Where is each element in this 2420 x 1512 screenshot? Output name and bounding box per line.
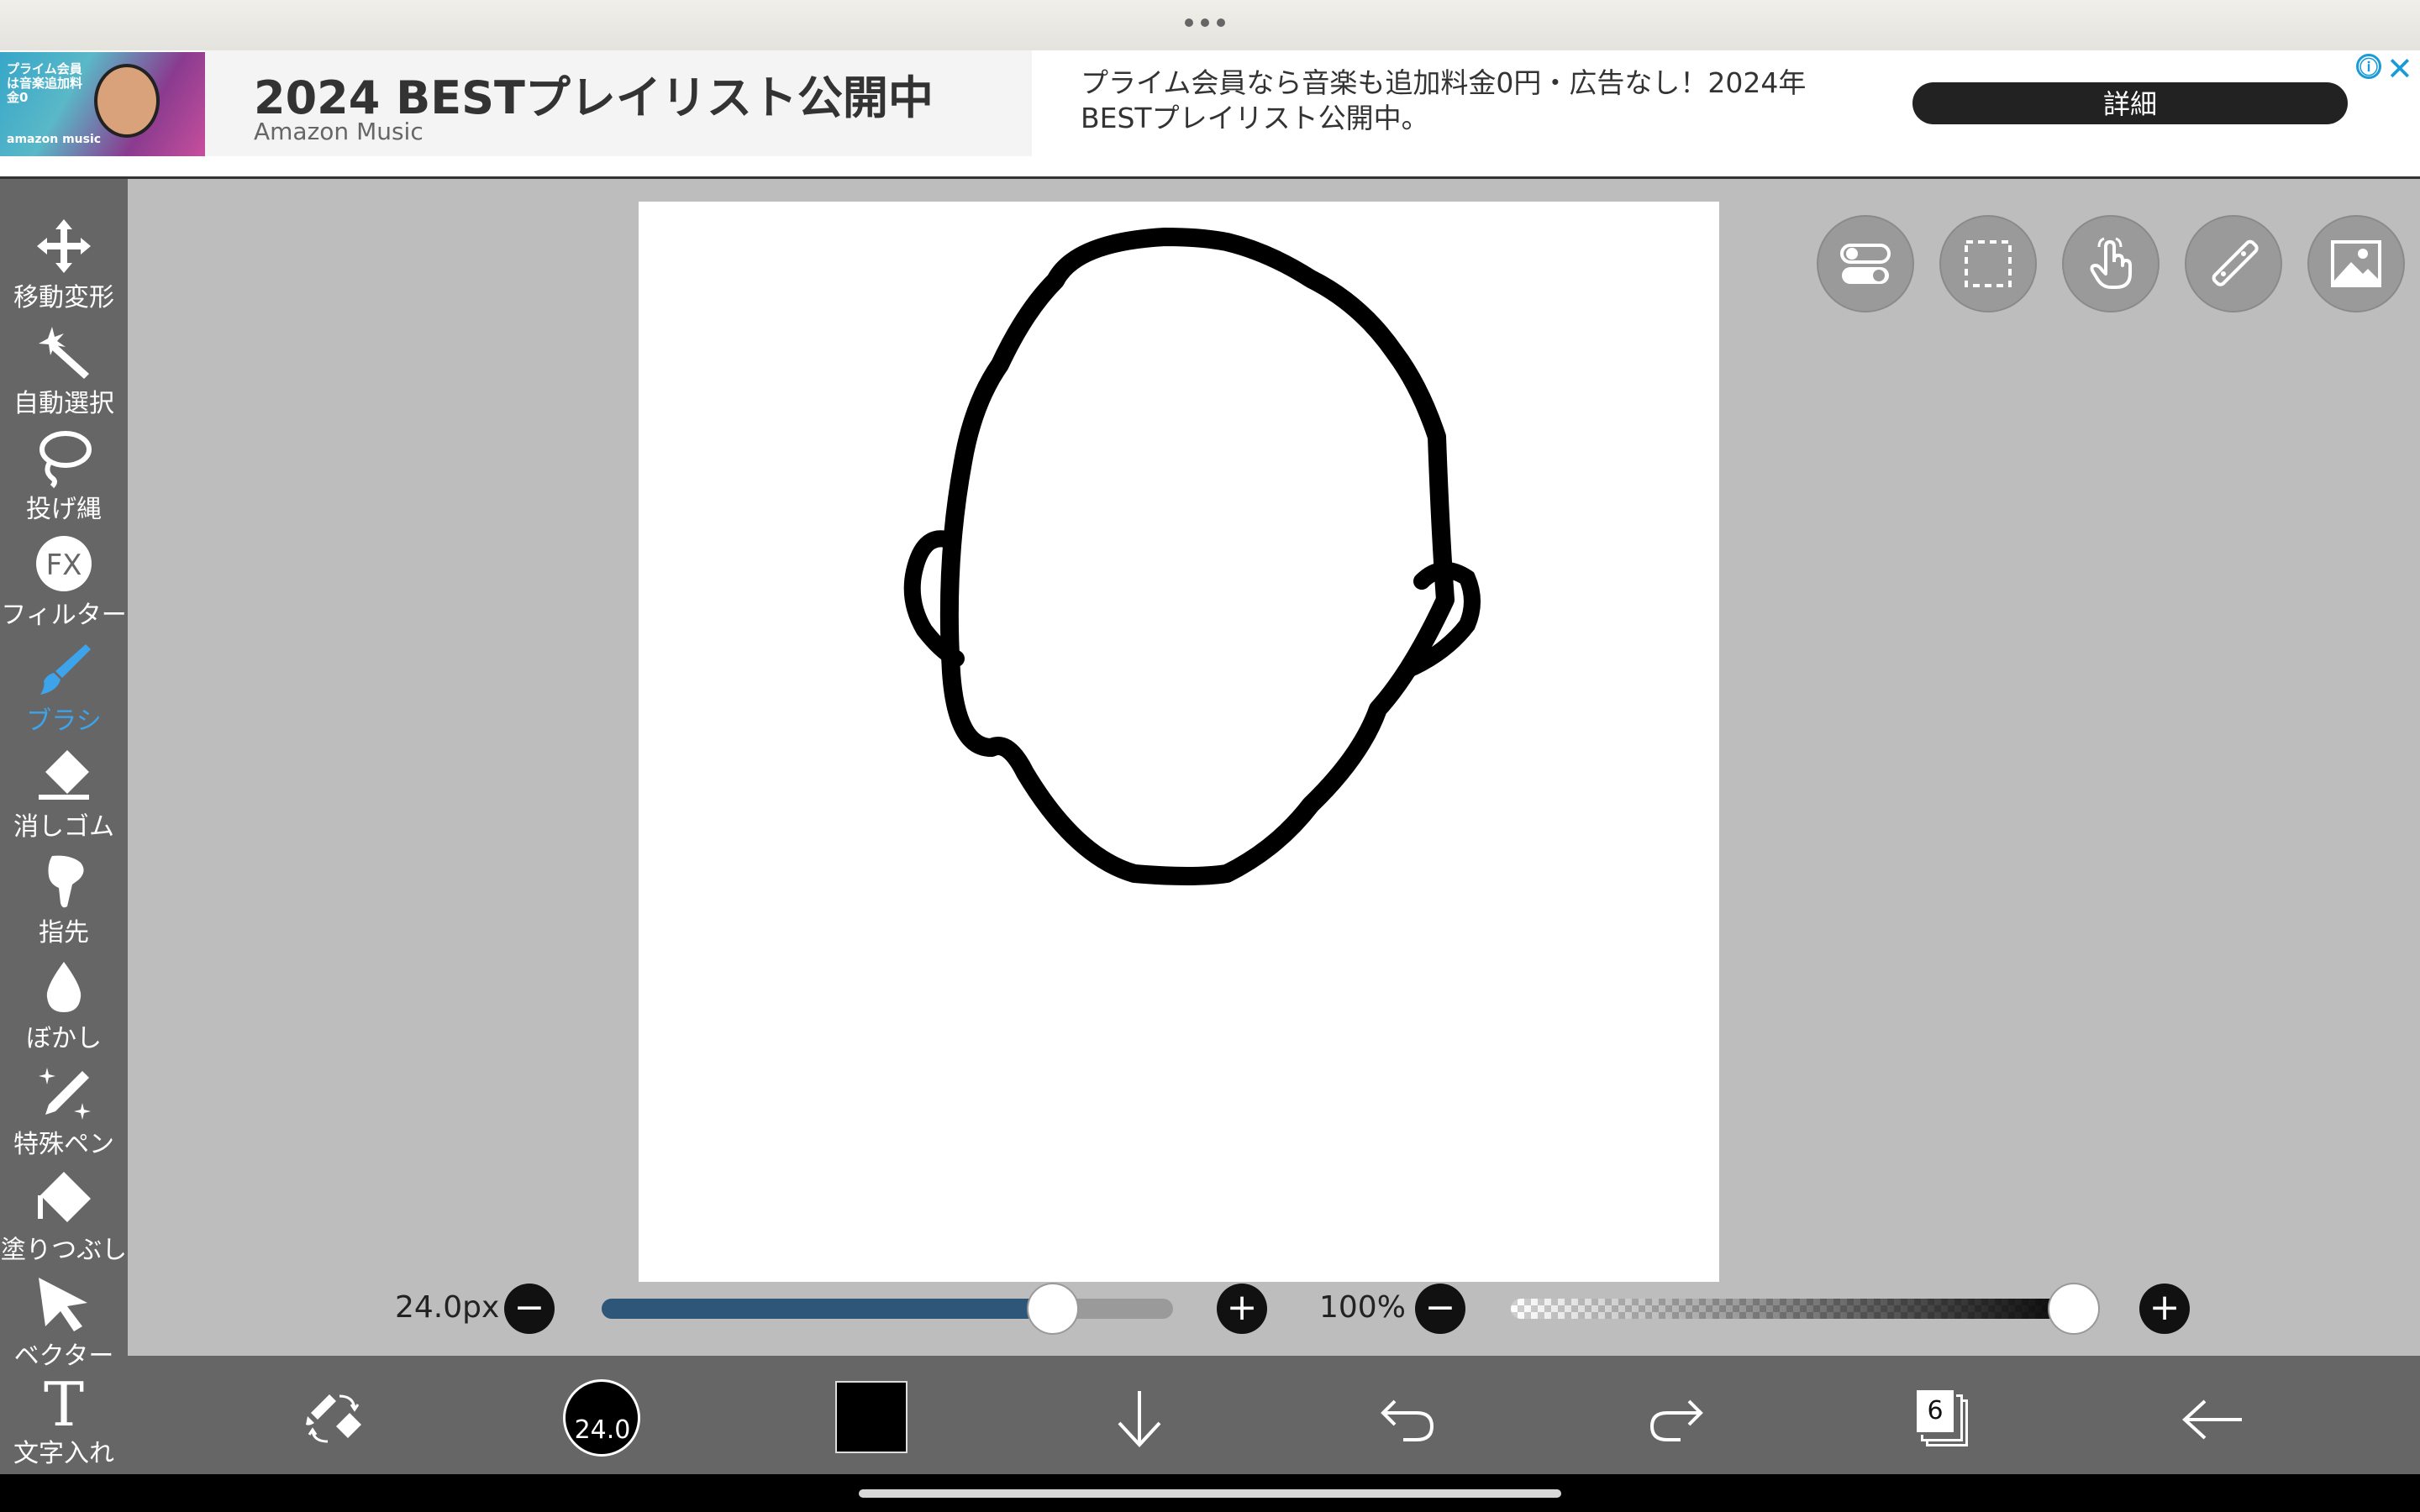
fill-bucket-icon xyxy=(38,1172,91,1222)
ad-info-icon[interactable]: ⓘ xyxy=(2356,54,2381,79)
lasso-icon xyxy=(39,431,92,488)
finger-icon xyxy=(48,855,84,908)
tool-text[interactable]: T 文字入れ xyxy=(0,1368,128,1474)
move-icon xyxy=(37,219,91,273)
brush-size-minus-button[interactable]: − xyxy=(504,1284,555,1334)
tool-label: 自動選択 xyxy=(13,389,114,418)
brush-size-slider-handle[interactable] xyxy=(1027,1283,1080,1335)
tool-vector[interactable]: ベクター xyxy=(0,1271,128,1377)
opacity-slider[interactable] xyxy=(1511,1299,2091,1319)
selection-button[interactable] xyxy=(1939,215,2037,312)
ad-thumb-text: プライム会員は音楽追加料金0 xyxy=(7,61,83,105)
undo-icon[interactable] xyxy=(1378,1394,1437,1445)
top-status-strip xyxy=(0,0,2420,50)
svg-text:FX: FX xyxy=(46,549,82,582)
tool-eraser[interactable]: 消しゴム xyxy=(0,742,128,848)
opacity-plus-button[interactable]: + xyxy=(2139,1284,2190,1334)
text-icon: T xyxy=(44,1372,84,1432)
fx-icon: FX xyxy=(36,536,92,591)
opacity-label: 100% xyxy=(1319,1290,1406,1325)
tool-label: ブラシ xyxy=(26,706,102,736)
brush-size-label: 24.0px xyxy=(395,1290,500,1325)
svg-text:T: T xyxy=(44,1372,84,1432)
tool-finger[interactable]: 指先 xyxy=(0,848,128,953)
image-icon xyxy=(2331,240,2381,287)
ad-thumb-person-image xyxy=(94,64,160,138)
toggle-settings-button[interactable] xyxy=(1817,215,1914,312)
tool-lasso[interactable]: 投げ縄 xyxy=(0,424,128,530)
ad-advertiser: Amazon Music xyxy=(254,118,424,145)
multitask-dots-icon[interactable] xyxy=(1185,18,1225,27)
ad-banner[interactable]: プライム会員は音楽追加料金0 amazon music 2024 BESTプレイ… xyxy=(0,50,2420,179)
tool-sidebar: 移動変形 自動選択 投げ縄 FX フィルター ブラシ 消しゴム 指先 ぼかし 特… xyxy=(0,179,128,1474)
opacity-minus-button[interactable]: − xyxy=(1415,1284,1465,1334)
brush-size-value: 24.0 xyxy=(574,1415,631,1445)
tool-label: 投げ縄 xyxy=(26,495,102,524)
brush-size-slider-fill xyxy=(602,1299,1054,1319)
touch-gesture-button[interactable] xyxy=(2062,215,2160,312)
eraser-icon xyxy=(39,750,89,800)
back-arrow-icon[interactable] xyxy=(2181,1398,2245,1441)
reference-image-button[interactable] xyxy=(2307,215,2405,312)
hand-touch-icon xyxy=(2090,237,2132,289)
ad-headline-area[interactable]: 2024 BESTプレイリスト公開中 Amazon Music xyxy=(205,50,1032,156)
blur-drop-icon xyxy=(46,962,82,1012)
brush-size-slider[interactable] xyxy=(602,1299,1173,1319)
home-indicator[interactable] xyxy=(859,1489,1561,1498)
tool-label: ぼかし xyxy=(26,1024,102,1053)
tool-autoselect[interactable]: 自動選択 xyxy=(0,318,128,424)
swap-brush-eraser-icon[interactable] xyxy=(302,1388,366,1448)
ad-close-icon[interactable]: ✕ xyxy=(2386,50,2413,87)
ad-thumb-logo: amazon music xyxy=(7,133,102,146)
color-picker-swatch[interactable] xyxy=(835,1381,908,1453)
tool-label: 消しゴム xyxy=(13,812,114,842)
toggle-switch-icon xyxy=(1840,244,1891,284)
bottom-toolbar xyxy=(128,1356,2420,1474)
tool-brush[interactable]: ブラシ xyxy=(0,636,128,742)
brush-settings-button[interactable]: 24.0 xyxy=(563,1379,640,1457)
special-pen-icon xyxy=(39,1068,91,1120)
brush-size-plus-button[interactable]: + xyxy=(1217,1284,1267,1334)
download-arrow-icon[interactable] xyxy=(1114,1388,1165,1452)
ruler-icon xyxy=(2212,239,2259,286)
tool-label: 特殊ペン xyxy=(13,1130,114,1159)
tool-label: 移動変形 xyxy=(13,283,114,312)
ad-thumbnail[interactable]: プライム会員は音楽追加料金0 amazon music xyxy=(0,52,205,156)
tool-label: 文字入れ xyxy=(13,1439,114,1468)
layers-button[interactable]: 6 xyxy=(1914,1388,1978,1455)
ad-details-button[interactable]: 詳細 xyxy=(1912,82,2348,124)
redo-icon[interactable] xyxy=(1647,1394,1706,1445)
ad-description: プライム会員なら音楽も追加料金0円・広告なし！2024年BESTプレイリスト公開… xyxy=(1081,66,1807,134)
tool-label: フィルター xyxy=(1,601,127,630)
brush-icon xyxy=(40,644,91,695)
dashed-selection-icon xyxy=(1965,240,2012,287)
tool-move[interactable]: 移動変形 xyxy=(0,213,128,318)
ruler-button[interactable] xyxy=(2185,215,2282,312)
layer-count: 6 xyxy=(1914,1388,1956,1435)
tool-label: 指先 xyxy=(39,918,89,948)
tool-special-pen[interactable]: 特殊ペン xyxy=(0,1059,128,1165)
drawing-canvas[interactable] xyxy=(639,202,1719,1282)
tool-filter[interactable]: FX フィルター xyxy=(0,530,128,636)
tool-label: 塗りつぶし xyxy=(0,1236,128,1265)
head-outline-drawing xyxy=(903,228,1481,885)
tool-label: ベクター xyxy=(13,1341,114,1371)
vector-arrow-icon xyxy=(39,1278,87,1331)
tool-blur[interactable]: ぼかし xyxy=(0,953,128,1059)
tool-fill[interactable]: 塗りつぶし xyxy=(0,1165,128,1271)
opacity-slider-handle[interactable] xyxy=(2048,1283,2100,1335)
magic-wand-icon xyxy=(39,327,89,379)
